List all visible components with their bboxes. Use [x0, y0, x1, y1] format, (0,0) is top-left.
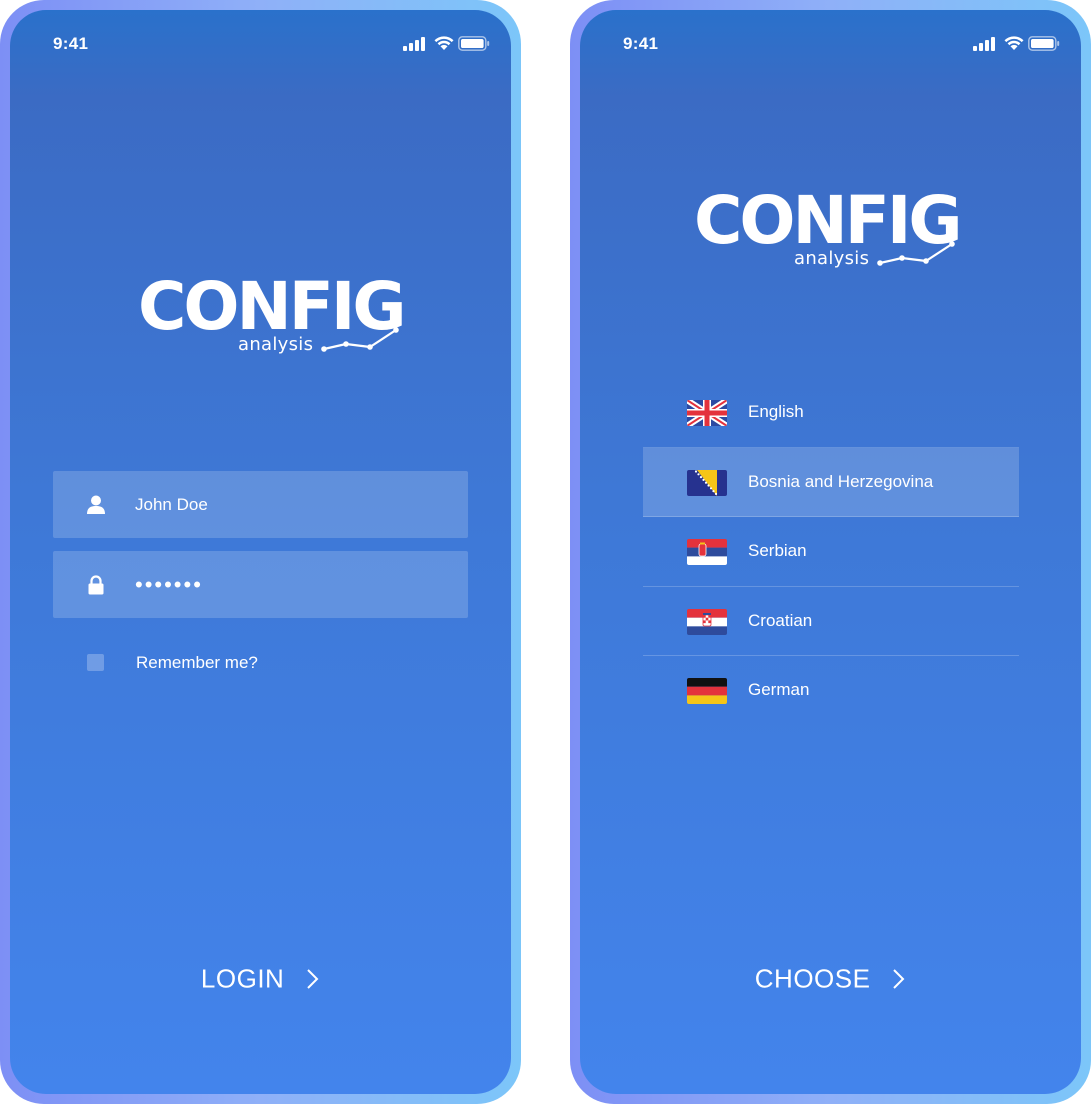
password-field[interactable]: [53, 551, 468, 618]
serbia-flag-icon: [687, 539, 727, 565]
status-bar: 9:41: [580, 32, 1081, 56]
bosnia-flag-icon: [687, 469, 727, 496]
status-time: 9:41: [53, 34, 89, 53]
signal-icon: [973, 37, 995, 51]
username-input[interactable]: [135, 471, 455, 538]
language-item-german[interactable]: German: [643, 656, 1019, 726]
language-item-serbian[interactable]: Serbian: [643, 517, 1019, 587]
login-phone-frame: 9:41 CONFIG analysis John Doe ••••••• Re…: [0, 0, 521, 1104]
remember-me-label: Remember me?: [136, 653, 258, 672]
signal-icon: [403, 37, 425, 51]
chevron-right-icon: [307, 969, 319, 989]
language-item-english[interactable]: English: [643, 378, 1019, 448]
language-label: German: [748, 680, 810, 699]
germany-flag-icon: [687, 678, 727, 704]
username-field[interactable]: [53, 471, 468, 538]
lock-icon: [88, 575, 104, 595]
language-label: Croatian: [748, 610, 813, 630]
language-item-croatian[interactable]: Croatian: [643, 587, 1019, 656]
uk-flag-icon: [687, 400, 727, 426]
login-screen: 9:41 CONFIG analysis John Doe ••••••• Re…: [10, 10, 511, 1094]
trend-line-icon: [321, 327, 399, 352]
language-label: English: [748, 402, 804, 421]
language-phone-frame: 9:41 CONFIG analysis English Bosnia and …: [570, 0, 1091, 1104]
choose-button[interactable]: CHOOSE: [580, 962, 1081, 995]
login-button-label: LOGIN: [200, 963, 285, 994]
croatia-flag-icon: [687, 608, 727, 635]
wifi-icon: [434, 36, 454, 50]
config-analysis-logo: CONFIG analysis: [134, 268, 414, 368]
password-input[interactable]: [135, 551, 455, 618]
logo-subtitle: analysis: [238, 334, 314, 355]
user-icon: [87, 495, 105, 514]
status-bar: 9:41: [10, 32, 511, 56]
wifi-icon: [1004, 36, 1024, 50]
language-label: Bosnia and Herzegovina: [748, 471, 934, 491]
remember-me-checkbox[interactable]: [87, 654, 104, 671]
battery-icon: [1028, 36, 1060, 51]
config-analysis-logo: CONFIG analysis: [690, 182, 970, 282]
chevron-right-icon: [893, 969, 905, 989]
battery-icon: [458, 36, 490, 51]
trend-line-icon: [877, 241, 955, 266]
language-screen: 9:41 CONFIG analysis English Bosnia and …: [580, 10, 1081, 1094]
logo-subtitle: analysis: [794, 248, 870, 269]
choose-button-label: CHOOSE: [754, 963, 871, 994]
login-button[interactable]: LOGIN: [10, 962, 511, 995]
status-time: 9:41: [623, 34, 659, 53]
language-item-bosnia[interactable]: Bosnia and Herzegovina: [643, 447, 1019, 517]
language-label: Serbian: [748, 541, 807, 560]
language-list: English Bosnia and Herzegovina Serbian C…: [643, 378, 1019, 726]
